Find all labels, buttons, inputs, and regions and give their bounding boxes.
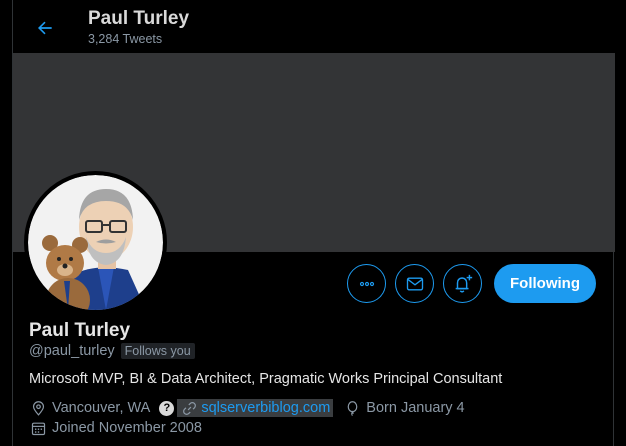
profile-bio: Microsoft MVP, BI & Data Architect, Prag… <box>29 371 503 387</box>
envelope-icon <box>406 277 423 290</box>
more-button[interactable] <box>347 264 386 303</box>
profile-actions: Following <box>347 264 596 303</box>
profile-meta-joined: Joined November 2008 <box>29 419 202 437</box>
birthday-item: Born January 4 <box>343 399 465 417</box>
more-horizontal-icon <box>359 281 374 286</box>
profile-name: Paul Turley <box>29 320 131 341</box>
location-text: Vancouver, WA <box>52 400 151 416</box>
avatar-image <box>28 175 163 310</box>
follows-you-badge: Follows you <box>120 343 195 359</box>
bell-plus-icon <box>455 274 472 293</box>
back-button[interactable] <box>31 14 59 42</box>
header-title: Paul Turley <box>88 8 190 29</box>
balloon-icon <box>343 399 361 417</box>
profile-meta: Vancouver, WA ? sqlserverbiblog.com Born… <box>29 399 465 417</box>
notifications-button[interactable] <box>443 264 482 303</box>
location-item: Vancouver, WA <box>29 399 150 417</box>
website-link[interactable]: sqlserverbiblog.com <box>177 399 334 417</box>
calendar-icon <box>29 419 47 437</box>
website-url[interactable]: sqlserverbiblog.com <box>201 400 330 416</box>
help-badge[interactable]: ? <box>159 400 175 416</box>
handle-row: @paul_turley Follows you <box>29 343 195 359</box>
avatar[interactable] <box>24 171 167 314</box>
profile-header-bar: Paul Turley 3,284 Tweets <box>13 0 615 53</box>
link-icon <box>180 399 198 417</box>
profile-page: Paul Turley 3,284 Tweets Following Paul … <box>12 0 615 446</box>
message-button[interactable] <box>395 264 434 303</box>
joined-text: Joined November 2008 <box>52 420 202 436</box>
location-pin-icon <box>29 399 47 417</box>
following-button[interactable]: Following <box>494 264 596 303</box>
tweet-count: 3,284 Tweets <box>88 32 163 46</box>
arrow-left-icon <box>38 21 52 35</box>
profile-handle: @paul_turley <box>29 343 115 359</box>
joined-item: Joined November 2008 <box>29 419 202 437</box>
birthday-text: Born January 4 <box>366 400 465 416</box>
